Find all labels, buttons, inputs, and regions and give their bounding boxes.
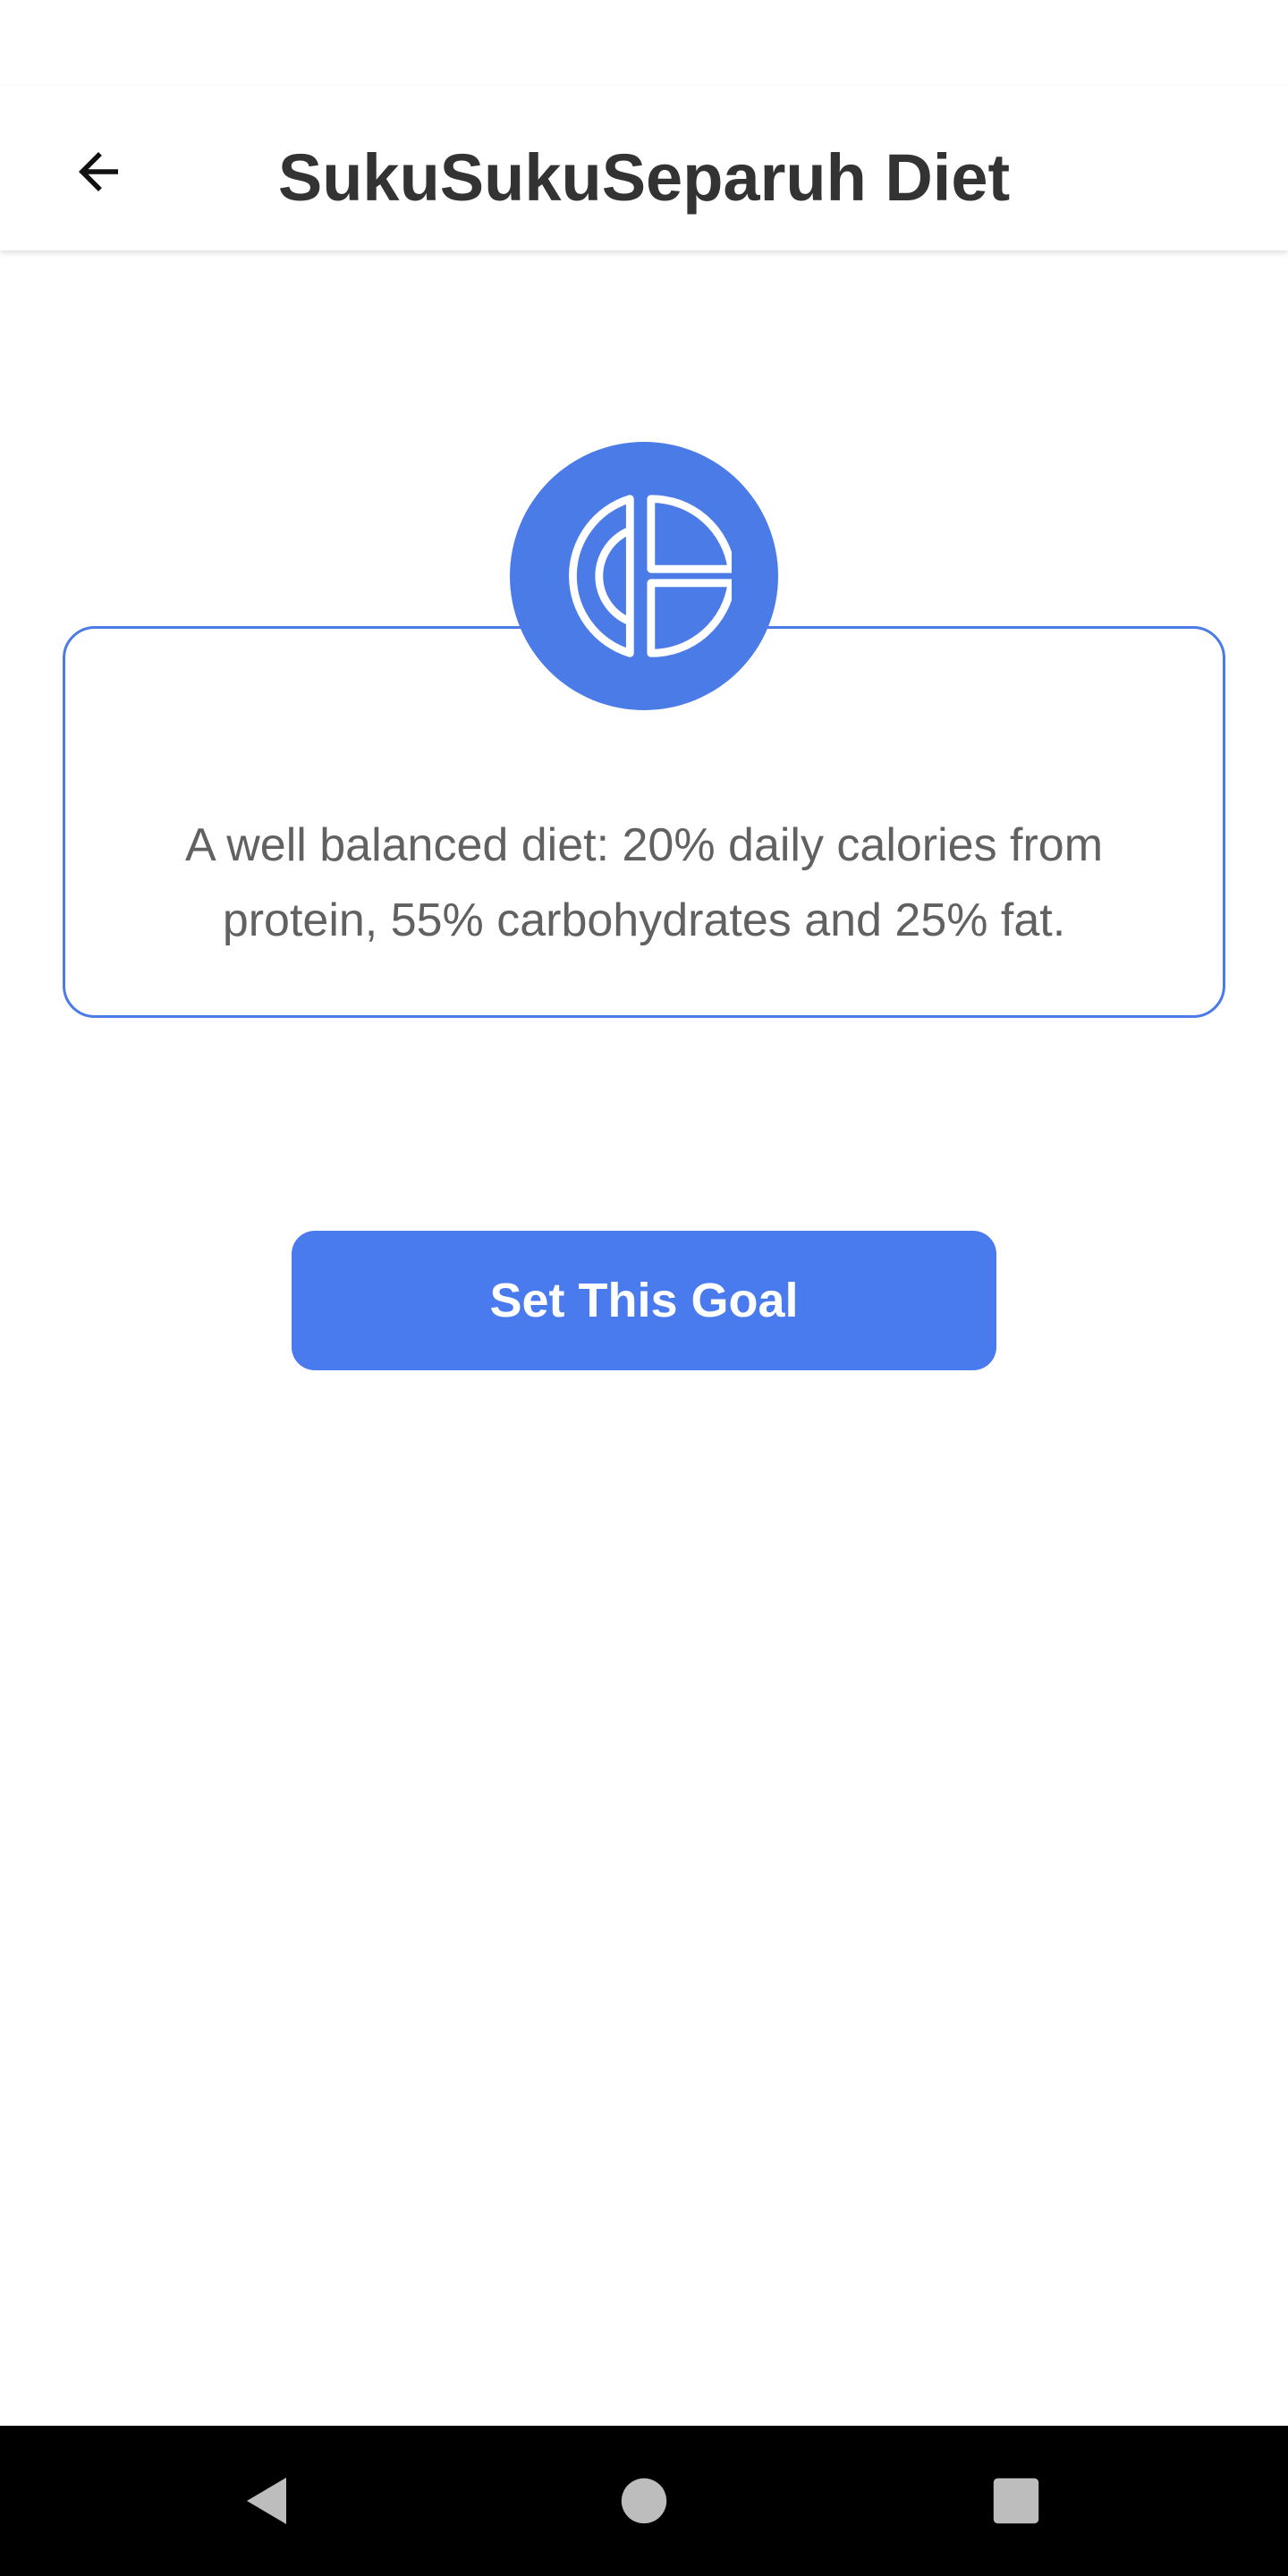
system-home-button[interactable] (599, 2456, 689, 2546)
circle-home-icon (621, 2478, 667, 2524)
status-bar (0, 0, 1288, 86)
set-goal-button[interactable]: Set This Goal (292, 1231, 996, 1370)
triangle-back-icon (247, 2478, 286, 2524)
diet-detail-screen: SukuSukuSeparuh Diet A well balanced die… (0, 0, 1288, 2576)
diet-description: A well balanced diet: 20% daily calories… (184, 819, 1104, 946)
system-back-button[interactable] (224, 2456, 313, 2546)
page-title: SukuSukuSeparuh Diet (277, 140, 1011, 215)
diet-icon-badge (510, 442, 778, 710)
system-recents-button[interactable] (971, 2456, 1061, 2546)
system-navigation-bar (0, 2426, 1288, 2576)
square-recents-icon (993, 2478, 1039, 2524)
app-bar: SukuSukuSeparuh Diet (0, 86, 1288, 250)
macro-pie-chart-icon (569, 495, 732, 657)
